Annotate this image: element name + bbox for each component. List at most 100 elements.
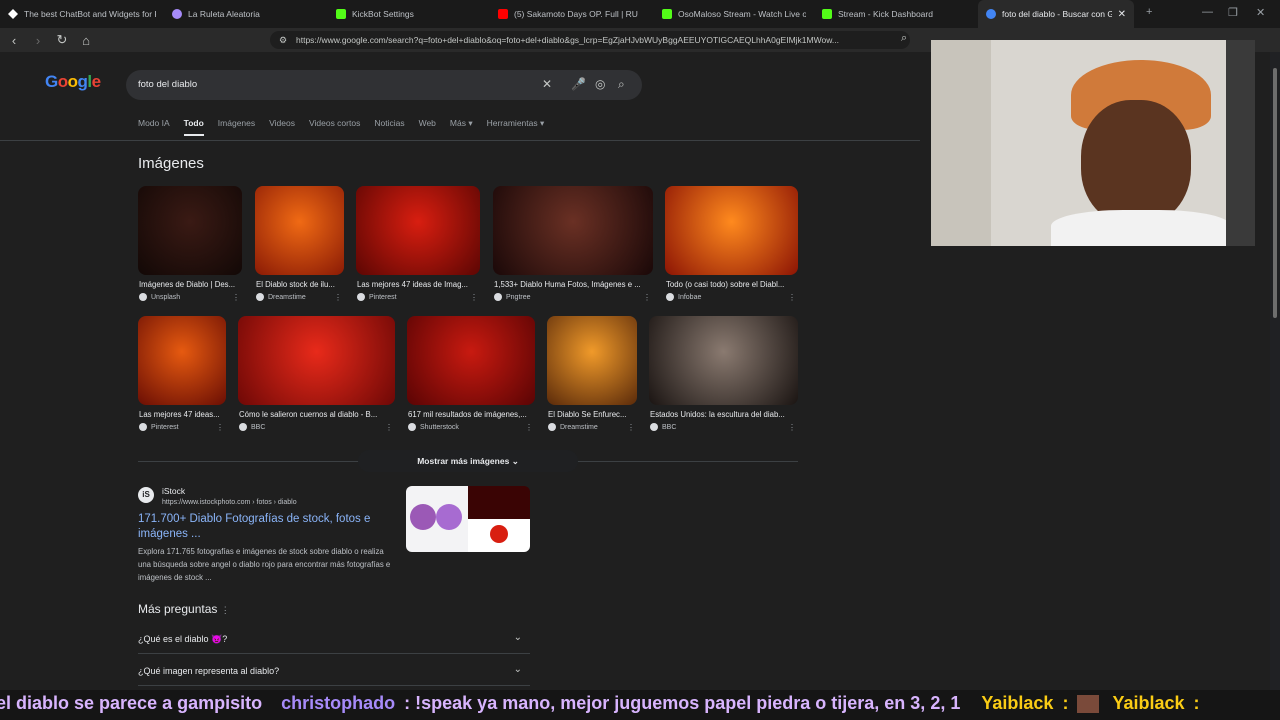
image-result-source: Dreamstime xyxy=(548,423,598,431)
home-icon[interactable]: ⌂ xyxy=(76,33,96,48)
red-devil-icon-image xyxy=(468,519,530,552)
image-result-caption[interactable]: Imágenes de Diablo | Des... xyxy=(139,280,243,289)
tab-favicon-icon xyxy=(822,9,832,19)
source-favicon-icon xyxy=(494,293,502,301)
reload-icon[interactable]: ↻ xyxy=(52,32,72,48)
address-bar[interactable]: ⚙ https://www.google.com/search?q=foto+de… xyxy=(270,31,910,49)
image-result-caption[interactable]: 1,533+ Diablo Huma Fotos, Imágenes e ... xyxy=(494,280,654,289)
lens-icon[interactable]: ◎ xyxy=(595,77,605,91)
browser-tab[interactable]: La Ruleta Aleatoria xyxy=(164,0,328,28)
more-options-icon[interactable]: ⋮ xyxy=(385,423,393,432)
image-result-thumbnail[interactable] xyxy=(407,316,535,405)
back-icon[interactable]: ‹ xyxy=(4,33,24,48)
image-result-caption[interactable]: Estados Unidos: la escultura del diab... xyxy=(650,410,799,419)
image-result-source: Pngtree xyxy=(494,293,531,301)
close-tab-icon[interactable]: ✕ xyxy=(1112,9,1126,20)
clear-icon[interactable]: ✕ xyxy=(542,77,552,91)
source-favicon-icon xyxy=(408,423,416,431)
forward-icon[interactable]: › xyxy=(28,33,48,48)
google-logo[interactable]: Google xyxy=(45,72,101,92)
source-favicon-icon xyxy=(650,423,658,431)
search-input[interactable]: foto del diablo xyxy=(138,79,197,90)
source-name: Shutterstock xyxy=(420,423,459,431)
filter-videos[interactable]: Videos xyxy=(269,118,295,136)
browser-tab[interactable]: Stream - Kick Dashboard xyxy=(814,0,978,28)
source-name: Pinterest xyxy=(369,293,397,301)
image-result-source: Shutterstock xyxy=(408,423,459,431)
site-info-icon[interactable]: ⚙ xyxy=(279,31,287,49)
image-result-thumbnail[interactable] xyxy=(356,186,480,275)
image-result-caption[interactable]: 617 mil resultados de imágenes,... xyxy=(408,410,536,419)
filter-all[interactable]: Todo xyxy=(183,118,204,136)
result-thumbnail[interactable] xyxy=(406,486,530,552)
image-result-caption[interactable]: Todo (o casi todo) sobre el Diabl... xyxy=(666,280,799,289)
more-options-icon[interactable]: ⋮ xyxy=(525,423,533,432)
new-tab-icon[interactable]: + xyxy=(1146,6,1152,18)
ticker-message: : xyxy=(1062,693,1069,713)
filter-tools[interactable]: Herramientas ▾ xyxy=(487,118,545,136)
devil-emoji-image xyxy=(406,486,468,552)
webcam-overlay xyxy=(931,40,1255,246)
close-window-icon[interactable]: ✕ xyxy=(1256,6,1265,19)
source-favicon-icon xyxy=(139,293,147,301)
search-box[interactable]: foto del diablo ✕ 🎤 ◎ ⌕ xyxy=(126,70,642,100)
image-result-thumbnail[interactable] xyxy=(138,186,242,275)
filter-images[interactable]: Imágenes xyxy=(218,118,255,136)
image-result-thumbnail[interactable] xyxy=(493,186,653,275)
image-result-source: Unsplash xyxy=(139,293,180,301)
browser-tab[interactable]: OsoMaloso Stream - Watch Live on xyxy=(654,0,814,28)
more-options-icon[interactable]: ⋮ xyxy=(788,293,796,302)
browser-tab[interactable]: KickBot Settings xyxy=(328,0,490,28)
image-result-thumbnail[interactable] xyxy=(547,316,637,405)
image-result-caption[interactable]: Cómo le salieron cuernos al diablo - B..… xyxy=(239,410,396,419)
minimize-icon[interactable]: — xyxy=(1202,6,1213,18)
chevron-down-icon: ⌄ xyxy=(513,664,522,675)
filter-short-videos[interactable]: Videos cortos xyxy=(309,118,360,136)
image-result-thumbnail[interactable] xyxy=(649,316,798,405)
filter-web[interactable]: Web xyxy=(419,118,436,136)
more-options-icon[interactable]: ⋮ xyxy=(788,423,796,432)
more-options-icon[interactable]: ⋮ xyxy=(232,293,240,302)
show-more-images-button[interactable]: Mostrar más imágenes ⌄ xyxy=(358,450,578,472)
browser-tab[interactable]: The best ChatBot and Widgets for K xyxy=(0,0,164,28)
image-result-thumbnail[interactable] xyxy=(255,186,344,275)
image-result-caption[interactable]: Las mejores 47 ideas... xyxy=(139,410,227,419)
image-result-source: BBC xyxy=(650,423,676,431)
image-result-caption[interactable]: El Diablo Se Enfurec... xyxy=(548,410,638,419)
browser-tab-active[interactable]: foto del diablo - Buscar con Go ✕ xyxy=(978,0,1134,28)
more-options-icon[interactable]: ⋮ xyxy=(643,293,651,302)
images-heading: Imágenes xyxy=(138,155,204,172)
more-options-icon[interactable]: ⋮ xyxy=(221,605,230,615)
more-questions-heading: Más preguntas ⋮ xyxy=(138,602,230,616)
image-result-thumbnail[interactable] xyxy=(238,316,395,405)
google-icon xyxy=(986,9,996,19)
filter-news[interactable]: Noticias xyxy=(374,118,404,136)
zoom-icon[interactable]: ⌕ xyxy=(901,32,907,45)
image-result-source: Pinterest xyxy=(139,423,179,431)
more-options-icon[interactable]: ⋮ xyxy=(627,423,635,432)
browser-tab[interactable]: (5) Sakamoto Days OP. Full | RU xyxy=(490,0,654,28)
image-result-caption[interactable]: El Diablo stock de ilu... xyxy=(256,280,345,289)
ticker-message: : xyxy=(1193,693,1200,713)
page-scrollbar[interactable] xyxy=(1270,52,1280,690)
result-snippet: Explora 171.765 fotografías e imágenes d… xyxy=(138,547,391,582)
chat-ticker: el diablo se parece a gampisito christop… xyxy=(0,690,1280,720)
ticker-message: el diablo se parece a gampisito xyxy=(0,693,263,713)
image-result-thumbnail[interactable] xyxy=(138,316,226,405)
more-options-icon[interactable]: ⋮ xyxy=(470,293,478,302)
tab-favicon-icon xyxy=(336,9,346,19)
image-result-thumbnail[interactable] xyxy=(665,186,798,275)
result-title-link[interactable]: 171.700+ Diablo Fotografías de stock, fo… xyxy=(138,512,388,542)
filter-ai-mode[interactable]: Modo IA xyxy=(138,118,170,136)
more-options-icon[interactable]: ⋮ xyxy=(334,293,342,302)
question-item[interactable]: ¿Qué imagen representa al diablo? ⌄ xyxy=(138,656,530,686)
more-options-icon[interactable]: ⋮ xyxy=(216,423,224,432)
maximize-icon[interactable]: ❐ xyxy=(1228,6,1238,19)
question-item[interactable]: ¿Qué es el diablo 👿? ⌄ xyxy=(138,624,530,654)
image-result-caption[interactable]: Las mejores 47 ideas de Imag... xyxy=(357,280,481,289)
microphone-icon[interactable]: 🎤 xyxy=(571,77,586,91)
scrollbar-thumb[interactable] xyxy=(1273,68,1277,318)
istock-logo: iS xyxy=(138,487,154,503)
search-icon[interactable]: ⌕ xyxy=(618,77,625,92)
filter-more[interactable]: Más ▾ xyxy=(450,118,473,136)
